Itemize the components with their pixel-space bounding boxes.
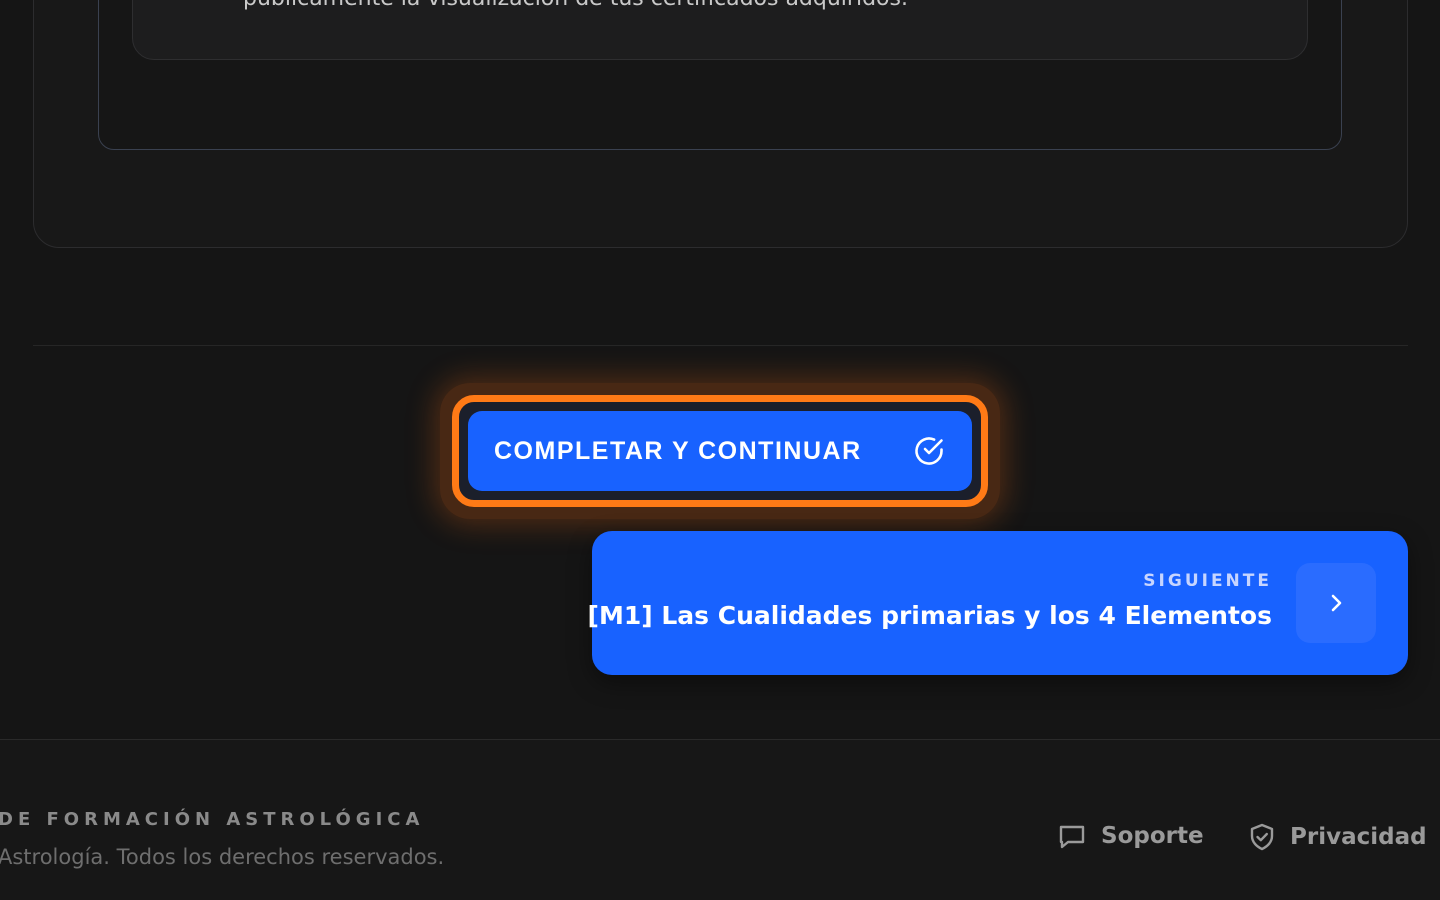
next-lesson-kicker: SIGUIENTE [1143,571,1272,591]
complete-and-continue-button[interactable]: COMPLETAR Y CONTINUAR [468,411,972,491]
lesson-page: públicamente la visualización de tus cer… [0,0,1440,900]
support-link[interactable]: Soporte [1057,822,1204,850]
check-circle-icon [912,434,946,468]
next-lesson-card[interactable]: SIGUIENTE [M1] Las Cualidades primarias … [588,531,1408,675]
privacy-link-label: Privacidad [1290,824,1427,850]
certificate-note-text: públicamente la visualización de tus cer… [243,0,1243,12]
site-footer: DE FORMACIÓN ASTROLÓGICA Astrología. Tod… [0,740,1440,900]
content-divider [33,345,1408,346]
shield-check-icon [1248,822,1276,852]
footer-copyright: Astrología. Todos los derechos reservado… [0,845,445,869]
privacy-link[interactable]: Privacidad [1248,822,1427,852]
complete-button-label: COMPLETAR Y CONTINUAR [494,436,862,465]
next-lesson-title: [M1] Las Cualidades primarias y los 4 El… [587,601,1272,630]
chat-icon [1057,822,1087,850]
footer-brand: DE FORMACIÓN ASTROLÓGICA [0,809,425,830]
chevron-right-icon [1323,590,1349,616]
support-link-label: Soporte [1101,823,1204,849]
next-lesson-arrow-button[interactable] [1296,563,1376,643]
